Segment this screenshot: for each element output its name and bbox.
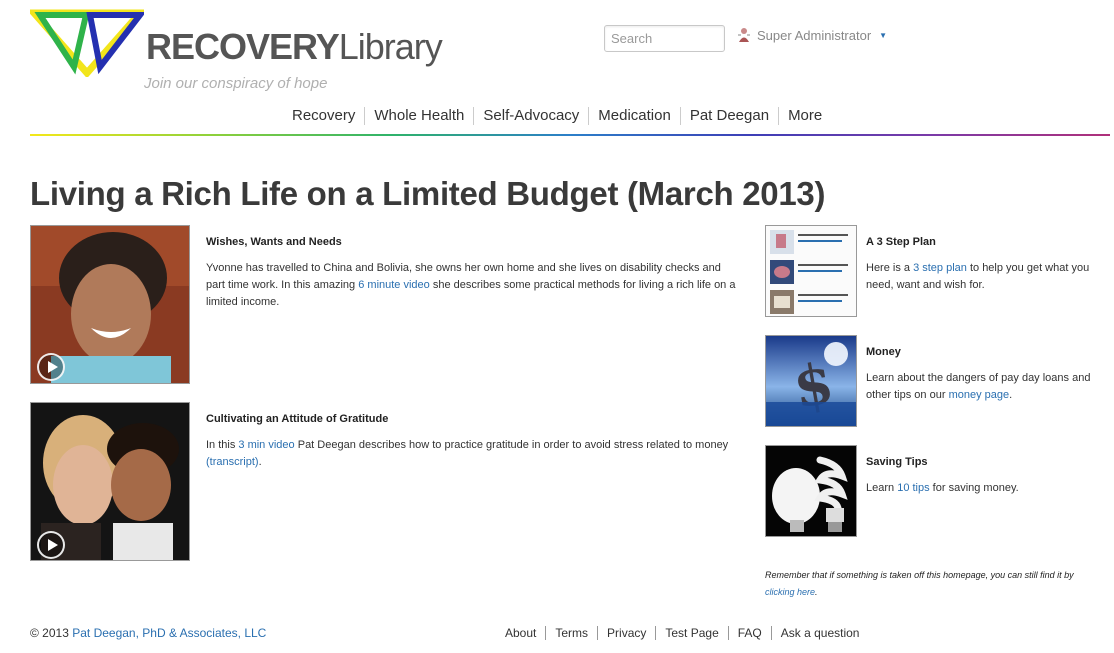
money-thumbnail[interactable]: $ [765,335,857,427]
sidebar-title[interactable]: A 3 Step Plan [866,236,936,248]
video-thumbnail-gratitude[interactable] [30,402,190,561]
tagline: Join our conspiracy of hope [144,75,328,92]
money-page-link[interactable]: money page [949,389,1010,401]
page-title: Living a Rich Life on a Limited Budget (… [30,175,826,212]
nav-item-more[interactable]: More [778,107,831,125]
copyright: © 2013 Pat Deegan, PhD & Associates, LLC [30,626,266,640]
sidebar-text-b: for saving money. [929,482,1019,494]
article-title[interactable]: Wishes, Wants and Needs [206,236,342,248]
copyright-prefix: © 2013 [30,626,73,640]
document-preview-image [766,226,856,316]
dollar-sign-image: $ [766,336,856,426]
article-text-a: In this [206,439,239,451]
main-nav: Recovery Whole Health Self-Advocacy Medi… [283,107,831,125]
transcript-link[interactable]: (transcript) [206,456,259,468]
brand-bold: RECOVERY [146,26,340,67]
article-text-c: . [258,456,262,468]
footer-link-ask-question[interactable]: Ask a question [770,626,869,640]
nav-item-pat-deegan[interactable]: Pat Deegan [679,107,778,125]
article-text: Yvonne has travelled to China and Bolivi… [206,260,736,311]
step-plan-thumbnail[interactable] [765,225,857,317]
video-thumbnail-yvonne[interactable] [30,225,190,384]
nav-item-medication[interactable]: Medication [588,107,680,125]
brand-light: Library [338,26,443,67]
sidebar-text: Here is a 3 step plan to help you get wh… [866,260,1106,294]
user-menu[interactable]: Super Administrator ▼ [737,27,887,43]
homepage-note: Remember that if something is taken off … [765,567,1100,601]
light-bulb-image [766,446,856,536]
play-icon[interactable] [37,353,65,381]
sidebar-title[interactable]: Money [866,346,901,358]
sidebar-text-b: . [1009,389,1013,401]
note-end: . [815,587,818,597]
step-plan-link[interactable]: 3 step plan [913,262,967,274]
nav-item-whole-health[interactable]: Whole Health [364,107,473,125]
recovery-library-logo[interactable] [30,9,144,77]
brand-name[interactable]: RECOVERYLibrary [146,26,443,68]
sidebar-text-a: Learn [866,482,898,494]
sidebar-text: Learn 10 tips for saving money. [866,480,1106,497]
footer-link-terms[interactable]: Terms [545,626,597,640]
footer-link-faq[interactable]: FAQ [727,626,771,640]
saving-tips-link[interactable]: 10 tips [897,482,929,494]
footer-link-test-page[interactable]: Test Page [655,626,727,640]
sidebar-text: Learn about the dangers of pay day loans… [866,370,1106,404]
header-divider [30,134,1110,136]
play-icon[interactable] [37,531,65,559]
user-label: Super Administrator [757,27,872,43]
video-link[interactable]: 6 minute video [358,279,430,291]
company-link[interactable]: Pat Deegan, PhD & Associates, LLC [72,626,266,640]
nav-item-self-advocacy[interactable]: Self-Advocacy [473,107,588,125]
footer-nav: About Terms Privacy Test Page FAQ Ask a … [496,626,868,640]
chevron-down-icon: ▼ [879,30,888,40]
footer-link-about[interactable]: About [496,626,545,640]
note-text: Remember that if something is taken off … [765,570,1074,580]
saving-tips-thumbnail[interactable] [765,445,857,537]
video-link[interactable]: 3 min video [238,439,294,451]
article-text-b: Pat Deegan describes how to practice gra… [294,439,729,451]
sidebar-title[interactable]: Saving Tips [866,456,928,468]
article-title[interactable]: Cultivating an Attitude of Gratitude [206,413,388,425]
clicking-here-link[interactable]: clicking here [765,587,815,597]
footer-link-privacy[interactable]: Privacy [597,626,655,640]
article-text: In this 3 min video Pat Deegan describes… [206,437,746,471]
user-avatar-icon [738,28,750,42]
nav-item-recovery[interactable]: Recovery [283,107,364,125]
sidebar-text-a: Here is a [866,262,914,274]
search-input[interactable] [604,25,725,52]
